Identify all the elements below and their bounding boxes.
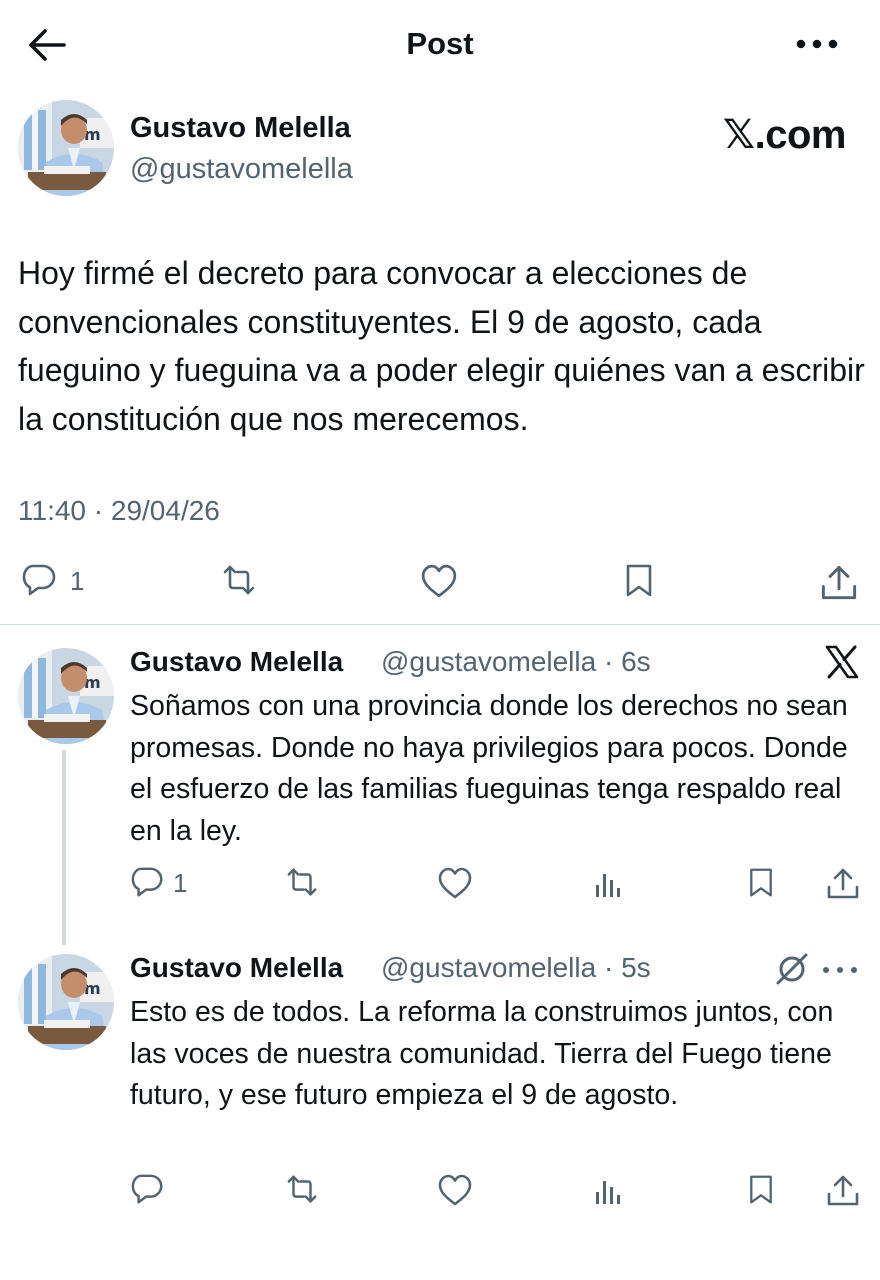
bookmark-icon [750, 868, 772, 897]
bookmark-icon [750, 1175, 772, 1204]
retweet-button[interactable] [220, 563, 258, 599]
page-title: Post [406, 26, 474, 61]
share-icon [821, 566, 857, 600]
reply-icon [22, 564, 56, 596]
bookmark-button[interactable] [746, 1173, 776, 1207]
avatar[interactable] [18, 954, 114, 1050]
share-button[interactable] [820, 563, 858, 601]
post-text: Hoy firmé el decreto para convocar a ele… [18, 255, 865, 437]
author-handle[interactable]: @gustavomelella [130, 153, 353, 186]
avatar[interactable] [18, 648, 114, 744]
views-icon [596, 874, 620, 897]
top-bar: Post [0, 0, 880, 90]
grok-icon[interactable] [774, 951, 810, 987]
author-handle[interactable]: @gustavomelella · 6s [381, 646, 651, 678]
retweet-icon [223, 565, 255, 595]
views-icon [596, 1181, 620, 1204]
share-button[interactable] [826, 1173, 860, 1207]
retweet-button[interactable] [284, 866, 320, 900]
reply-count: 1 [173, 867, 188, 898]
bookmark-button[interactable] [622, 563, 656, 599]
divider [0, 624, 880, 625]
bookmark-icon [626, 564, 652, 597]
like-button[interactable] [437, 866, 473, 900]
author-name[interactable]: Gustavo Melella [130, 646, 343, 678]
retweet-button[interactable] [284, 1173, 320, 1207]
bookmark-button[interactable] [746, 866, 776, 900]
more-horizontal-icon[interactable] [820, 960, 860, 980]
views-button[interactable] [592, 866, 624, 900]
author-handle[interactable]: @gustavomelella · 5s [381, 952, 651, 984]
heart-icon [438, 867, 472, 899]
avatar[interactable] [18, 100, 114, 196]
x-logo-icon [825, 645, 859, 679]
share-icon [827, 868, 859, 899]
author-name[interactable]: Gustavo Melella [130, 952, 343, 984]
heart-icon [438, 1174, 472, 1206]
retweet-icon [287, 868, 317, 896]
more-horizontal-icon[interactable] [794, 26, 840, 62]
reply-text: Esto es de todos. La reforma la construi… [130, 996, 834, 1111]
reply-button[interactable]: 1 [22, 563, 84, 599]
heart-icon [421, 564, 457, 598]
like-button[interactable] [437, 1173, 473, 1207]
like-button[interactable] [419, 563, 459, 599]
thread-line [62, 750, 66, 945]
post-timestamp[interactable]: 11:40 · 29/04/26 [18, 495, 220, 527]
reply-text: Soñamos con una provincia donde los dere… [130, 690, 848, 847]
share-button[interactable] [826, 866, 860, 900]
x-logo-wordmark: 𝕏.com [722, 113, 847, 157]
reply-icon [131, 867, 163, 897]
reply-icon [131, 1174, 163, 1204]
retweet-icon [287, 1175, 317, 1203]
reply-button[interactable]: 1 [131, 866, 187, 900]
reply-count: 1 [70, 565, 85, 596]
share-icon [827, 1175, 859, 1206]
views-button[interactable] [592, 1173, 624, 1207]
reply-button[interactable] [131, 1173, 165, 1207]
author-name[interactable]: Gustavo Melella [130, 112, 351, 145]
